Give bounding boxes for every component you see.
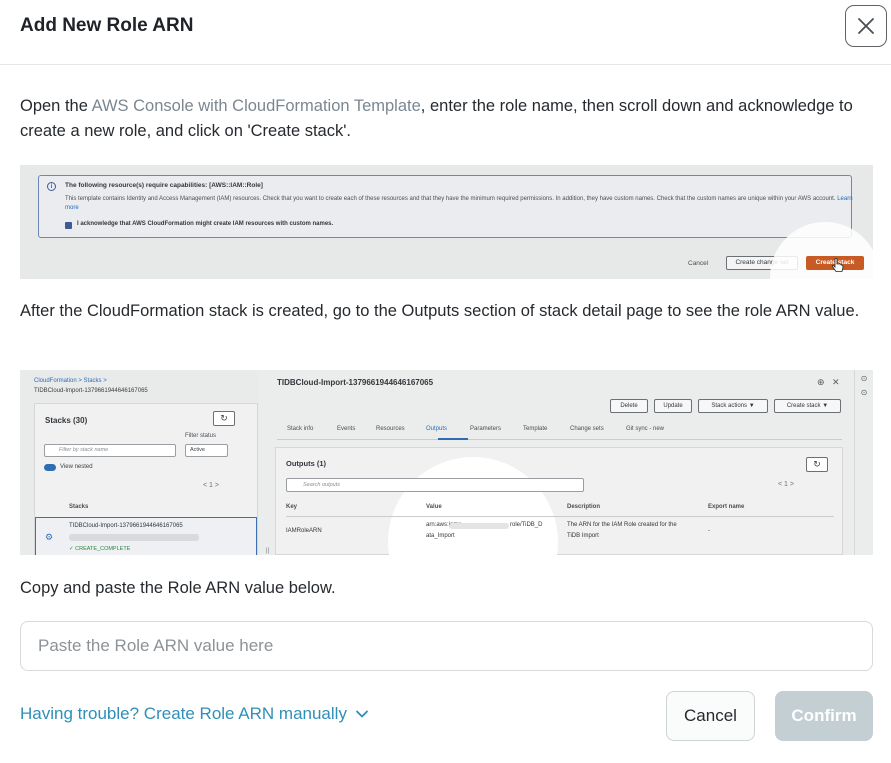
acknowledge-label: I acknowledge that AWS CloudFormation mi… — [77, 221, 334, 227]
outputs-panel: Outputs (1) ↻ Search outputs < 1 > Key V… — [275, 447, 843, 555]
aws-console-link[interactable]: AWS Console with CloudFormation Template — [92, 97, 421, 115]
step1-prefix: Open the — [20, 97, 92, 115]
outputs-title: Outputs (1) — [286, 459, 326, 468]
tab-git-sync: Git sync - new — [626, 426, 665, 432]
output-description-line1: The ARN for the IAM Role created for the — [567, 522, 677, 528]
tab-outputs: Outputs — [426, 426, 448, 432]
create-role-manually-link[interactable]: Having trouble? Create Role ARN manually — [20, 704, 368, 724]
selected-icon: ⚙ — [45, 532, 54, 542]
stack-detail: TIDBCloud-Import-1379661944646167065 ⊕ ✕… — [259, 370, 873, 555]
side-rail-icons: ⊙ ⊙ — [854, 370, 873, 555]
breadcrumb-current: TIDBCloud-Import-1379661944646167065 — [34, 388, 148, 394]
tab-change-sets: Change sets — [570, 426, 604, 432]
tab-stack-info: Stack info — [287, 426, 314, 432]
output-export-name: - — [708, 528, 710, 534]
update-button: Update — [654, 399, 692, 413]
refresh-icon: ↻ — [213, 411, 235, 426]
close-icon — [858, 18, 874, 34]
step1-instructions: Open the AWS Console with CloudFormation… — [20, 94, 870, 144]
stack-status: ✓ CREATE_COMPLETE — [69, 546, 131, 552]
active-tab-indicator — [438, 438, 468, 440]
step2-instructions: After the CloudFormation stack is create… — [20, 302, 860, 320]
confirm-button[interactable]: Confirm — [775, 691, 873, 741]
column-export-name: Export name — [708, 504, 745, 510]
stacks-title: Stacks (30) — [45, 416, 88, 425]
output-description-line2: TiDB Import — [567, 533, 599, 539]
stacks-column-header: Stacks — [69, 504, 89, 510]
stacks-pagination: < 1 > — [203, 482, 219, 489]
output-key: IAMRoleARN — [286, 528, 322, 534]
cloudformation-outputs-screenshot: CloudFormation > Stacks > TIDBCloud-Impo… — [20, 370, 873, 555]
blurred-account-id — [449, 523, 509, 529]
cf-cancel-label: Cancel — [688, 260, 709, 267]
dialog-title: Add New Role ARN — [20, 15, 194, 36]
view-nested-toggle — [44, 464, 56, 471]
stack-row: ⚙ TIDBCloud-Import-1379661944646167065 ✓… — [35, 517, 257, 555]
search-outputs-input: Search outputs — [286, 478, 584, 492]
refresh-icon: ↻ — [806, 457, 828, 472]
breadcrumb-root: CloudFormation — [34, 378, 77, 384]
stack-detail-title: TIDBCloud-Import-1379661944646167065 — [277, 378, 434, 387]
capabilities-description: This template contains Identity and Acce… — [65, 196, 836, 202]
tab-resources: Resources — [376, 426, 405, 432]
tab-template: Template — [523, 426, 548, 432]
dialog-header: Add New Role ARN — [0, 0, 891, 65]
spotlight-highlight — [388, 457, 558, 555]
hand-cursor-icon — [831, 258, 844, 272]
stack-status-text: CREATE_COMPLETE — [75, 546, 131, 552]
capabilities-title: The following resource(s) require capabi… — [65, 182, 263, 189]
acknowledge-checkbox — [65, 222, 72, 229]
stack-row-name: TIDBCloud-Import-1379661944646167065 — [69, 523, 183, 529]
filter-stack-input: Filter by stack name — [44, 444, 176, 457]
capabilities-alert: i The following resource(s) require capa… — [38, 175, 855, 238]
panel-icons: ⊕ ✕ — [817, 377, 840, 387]
blurred-text — [69, 534, 199, 541]
cancel-button[interactable]: Cancel — [666, 691, 755, 741]
column-description: Description — [567, 504, 601, 510]
output-value-line2: ata_Import — [426, 533, 455, 539]
column-key: Key — [286, 504, 298, 510]
chevron-down-icon — [356, 710, 368, 718]
cloudformation-create-stack-screenshot: i The following resource(s) require capa… — [20, 165, 873, 279]
tab-parameters: Parameters — [470, 426, 502, 432]
table-divider — [286, 516, 834, 517]
stacks-panel: Stacks (30) ↻ Filter status Filter by st… — [34, 403, 258, 555]
stacks-sidebar: CloudFormation > Stacks > TIDBCloud-Impo… — [20, 370, 259, 555]
filter-status-select: Active — [185, 444, 228, 457]
breadcrumb-stacks: Stacks — [83, 378, 102, 384]
breadcrumb: CloudFormation > Stacks > — [34, 378, 107, 384]
stack-actions-button: Stack actions ▼ — [698, 399, 768, 413]
close-button[interactable] — [845, 5, 887, 47]
create-stack-dropdown: Create stack ▼ — [774, 399, 841, 413]
filter-status-label: Filter status — [185, 433, 217, 439]
view-nested-label: View nested — [60, 464, 93, 470]
delete-button: Delete — [610, 399, 648, 413]
role-arn-input[interactable] — [20, 621, 873, 671]
info-icon: i — [47, 182, 56, 191]
column-value: Value — [426, 504, 442, 510]
step3-instructions: Copy and paste the Role ARN value below. — [20, 579, 336, 597]
tab-events: Events — [337, 426, 356, 432]
output-value-suffix: role/TiDB_D — [510, 522, 543, 528]
trouble-link-label: Having trouble? Create Role ARN manually — [20, 704, 347, 723]
outputs-pagination: < 1 > — [778, 481, 794, 488]
stack-tabs: Stack info Events Resources Outputs Para… — [277, 420, 842, 440]
capabilities-text: This template contains Identity and Acce… — [65, 195, 855, 213]
